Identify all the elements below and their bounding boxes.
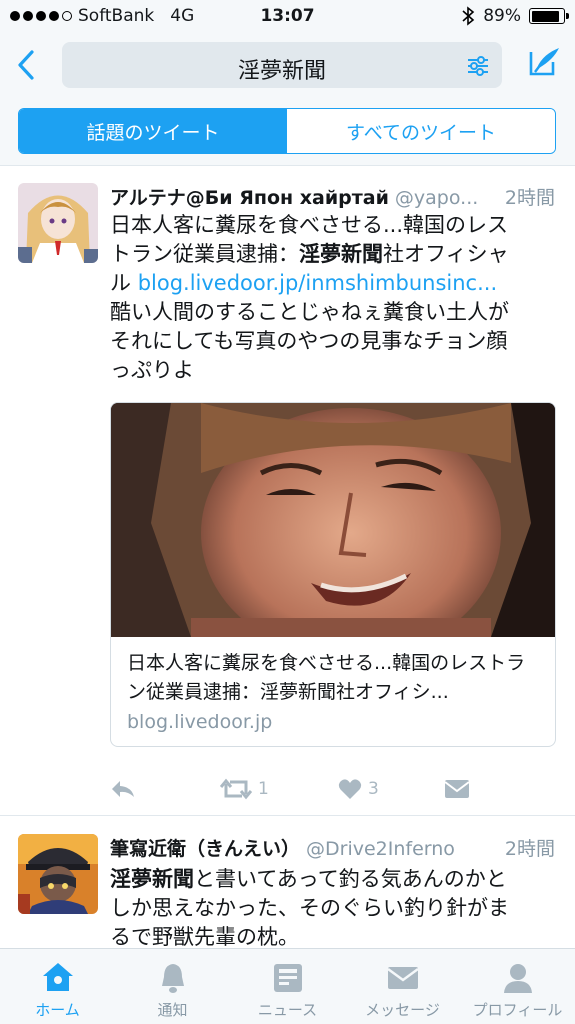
- bluetooth-icon: [462, 6, 475, 26]
- envelope-icon: [444, 780, 470, 798]
- segment-top-tweets[interactable]: 話題のツイート: [19, 109, 287, 153]
- timestamp: 2時間: [494, 834, 555, 861]
- like-button[interactable]: 3: [338, 775, 379, 803]
- tweet-text: 日本人客に糞尿を食べさせる...韓国のレス トラン従業員逮捕：淫夢新聞社オフィシ…: [110, 211, 560, 385]
- card-photo: [111, 403, 555, 637]
- segment-all-tweets[interactable]: すべてのツイート: [287, 109, 555, 153]
- heart-icon: [338, 779, 362, 799]
- avatar[interactable]: [18, 834, 98, 914]
- home-icon: [42, 963, 73, 991]
- sliders-icon[interactable]: [466, 54, 490, 78]
- status-bar: SoftBank 4G 13:07 89%: [0, 0, 575, 34]
- reply-button[interactable]: [110, 775, 136, 803]
- search-field[interactable]: 淫夢新聞: [62, 42, 502, 88]
- text-line: 日本人客に糞尿を食べさせる...韓国のレス: [110, 213, 509, 237]
- text-line: それにしても写真のやつの見事なチョン顔: [110, 329, 508, 353]
- tab-messages[interactable]: メッセージ: [345, 949, 460, 1024]
- tweet-header: 筆寫近衛（きんえい） @Drive2Inferno 2時間: [110, 834, 555, 862]
- tweet[interactable]: アルテナ@Би Япон хайртай @yapo... 2時間 日本人客に糞尿…: [0, 167, 575, 814]
- status-right: 89%: [461, 6, 569, 26]
- tab-label: メッセージ: [365, 1001, 440, 1019]
- timestamp: 2時間: [494, 183, 555, 210]
- tab-label: 通知: [157, 1001, 188, 1019]
- dm-share-button[interactable]: [444, 775, 470, 803]
- reply-icon: [112, 781, 134, 797]
- card-title: 日本人客に糞尿を食べさせる...韓国のレストラン従業員逮捕：淫夢新聞社オフィシ.…: [127, 652, 526, 703]
- tweet-actions: 1 3: [110, 775, 560, 803]
- retweet-button[interactable]: 1: [220, 775, 269, 803]
- text-line: しか思えなかった、そのぐらい釣り針がま: [110, 896, 509, 920]
- user-handle[interactable]: @yapo...: [395, 187, 478, 209]
- tab-profile[interactable]: プロフィール: [460, 949, 575, 1024]
- envelope-icon: [386, 967, 419, 989]
- tab-label: ニュース: [257, 1001, 318, 1019]
- battery-percent: 89%: [483, 6, 521, 26]
- search-query: 淫夢新聞: [237, 59, 326, 84]
- tweet-text: 淫夢新聞と書いてあって釣る気あんのかと しか思えなかった、そのぐらい釣り針がま …: [110, 865, 560, 952]
- text-line: 淫夢新聞と書いてあって釣る気あんのかと: [110, 867, 507, 891]
- tab-label: プロフィール: [472, 1001, 563, 1019]
- news-icon: [273, 964, 302, 992]
- retweet-icon: [220, 778, 252, 800]
- tweet-link[interactable]: blog.livedoor.jp/inmshimbunsinc...: [138, 271, 497, 295]
- search-nav-bar: 淫夢新聞: [0, 34, 575, 98]
- compose-icon[interactable]: [527, 44, 561, 78]
- display-name[interactable]: アルテナ@Би Япон хайртай: [110, 187, 389, 209]
- segment-bar: 話題のツイート すべてのツイート: [0, 98, 575, 166]
- user-handle[interactable]: @Drive2Inferno: [306, 838, 455, 860]
- text-line: っぷりよ: [110, 358, 194, 382]
- display-name[interactable]: 筆寫近衛（きんえい）: [110, 838, 300, 860]
- tab-bar: ホーム 通知 ニュース メッセージ プロフィール: [0, 948, 575, 1024]
- tweet-header: アルテナ@Би Япон хайртай @yapo... 2時間: [110, 183, 555, 211]
- avatar[interactable]: [18, 183, 98, 263]
- text-line: トラン従業員逮捕：淫夢新聞社オフィシャ: [110, 242, 509, 266]
- card-domain: blog.livedoor.jp: [127, 711, 273, 733]
- tab-notifications[interactable]: 通知: [115, 949, 230, 1024]
- bell-icon: [161, 964, 184, 993]
- tab-news[interactable]: ニュース: [230, 949, 345, 1024]
- text-line: ル blog.livedoor.jp/inmshimbunsinc...: [110, 271, 498, 295]
- text-line: 酷い人間のすることじゃねぇ糞食い土人が: [110, 300, 509, 324]
- tweet[interactable]: 筆寫近衛（きんえい） @Drive2Inferno 2時間 淫夢新聞と書いてあって…: [0, 816, 575, 949]
- like-count: 3: [368, 779, 379, 799]
- person-icon: [503, 964, 532, 993]
- tweet-filter-segments: 話題のツイート すべてのツイート: [18, 108, 556, 154]
- tab-label: ホーム: [35, 1001, 80, 1019]
- highlight-term: 淫夢新聞: [110, 867, 194, 891]
- retweet-count: 1: [258, 779, 269, 799]
- battery-icon: [529, 8, 569, 24]
- link-card[interactable]: 日本人客に糞尿を食べさせる...韓国のレストラン従業員逮捕：淫夢新聞社オフィシ.…: [110, 402, 556, 747]
- tab-home[interactable]: ホーム: [0, 949, 115, 1024]
- back-icon[interactable]: [12, 48, 40, 82]
- highlight-term: 淫夢新聞: [299, 242, 383, 266]
